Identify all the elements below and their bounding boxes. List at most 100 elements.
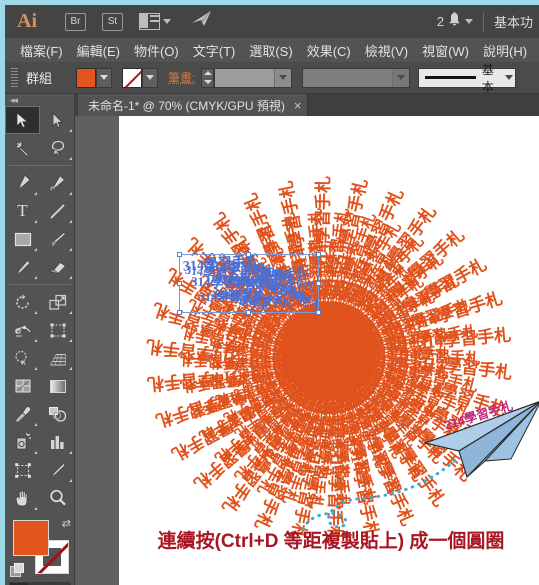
bbox-handle-ml[interactable] — [177, 281, 182, 286]
stroke-swatch-dropdown[interactable] — [142, 68, 158, 88]
brush-definition-combo[interactable]: 基本 — [418, 68, 516, 88]
stroke-profile-combo[interactable] — [302, 68, 410, 88]
default-fill-stroke-icon[interactable] — [10, 563, 23, 576]
stroke-weight-value[interactable] — [215, 69, 274, 87]
rectangle-tool[interactable] — [5, 225, 40, 253]
slice-tool[interactable] — [40, 456, 75, 484]
eraser-tool[interactable] — [40, 253, 75, 281]
direct-selection-tool[interactable] — [40, 106, 75, 134]
illustrator-window: Ai Br St 2 基本功 檔案(F) 編輯(E) 物件(O) 文字(T) 選… — [0, 0, 539, 585]
menu-bar: 檔案(F) 編輯(E) 物件(O) 文字(T) 選取(S) 效果(C) 檢視(V… — [5, 38, 539, 62]
swap-fill-stroke-icon[interactable]: ⇄ — [62, 517, 71, 530]
blend-tool[interactable] — [40, 400, 75, 428]
tool-group-indicator — [69, 451, 72, 454]
tool-group-indicator — [34, 311, 37, 314]
document-tab[interactable]: 未命名-1* @ 70% (CMYK/GPU 預視) × — [78, 94, 308, 116]
tool-group-indicator — [34, 367, 37, 370]
hand-tool[interactable] — [5, 484, 40, 512]
eyedropper-tool[interactable] — [5, 400, 40, 428]
fill-color-indicator[interactable] — [13, 520, 49, 556]
stroke-color-swatch[interactable] — [122, 68, 142, 88]
chevron-down-icon[interactable] — [505, 75, 513, 80]
width-tool[interactable] — [5, 316, 40, 344]
line-segment-tool[interactable] — [40, 197, 75, 225]
spiral-core-disc — [281, 303, 377, 399]
stroke-weight-label[interactable]: 筆畫: — [168, 69, 195, 86]
menu-select[interactable]: 選取(S) — [242, 39, 299, 62]
bridge-button[interactable]: Br — [65, 13, 86, 31]
notification-chevron-icon[interactable] — [465, 19, 473, 24]
menu-file[interactable]: 檔案(F) — [13, 39, 70, 62]
control-bar-grip[interactable] — [11, 68, 18, 88]
shape-builder-tool[interactable] — [5, 344, 40, 372]
tools-panel-collapse-handle[interactable]: ◂◂ — [5, 94, 74, 106]
tool-group-indicator — [34, 423, 37, 426]
tool-group-indicator — [34, 451, 37, 454]
pencil-tool[interactable] — [5, 253, 40, 281]
rocket-icon[interactable] — [191, 10, 213, 33]
tool-group-indicator — [69, 129, 72, 132]
mesh-tool[interactable] — [5, 372, 40, 400]
tool-group-indicator — [34, 507, 37, 510]
stroke-weight-combo[interactable] — [214, 68, 292, 88]
fill-swatch-dropdown[interactable] — [96, 68, 112, 88]
workspace-switcher[interactable]: 基本功 — [494, 12, 533, 31]
caption-text: 連續按(Ctrl+D 等距複製貼上) 成一個圓圈 — [133, 526, 529, 553]
menu-object[interactable]: 物件(O) — [127, 39, 186, 62]
tool-group-indicator — [69, 276, 72, 279]
scale-tool[interactable] — [40, 288, 75, 316]
tool-group-indicator — [69, 248, 72, 251]
column-graph-tool[interactable] — [40, 428, 75, 456]
add-anchor-point-tool[interactable] — [40, 169, 75, 197]
menu-edit[interactable]: 編輯(E) — [70, 39, 127, 62]
double-chevron-left-icon: ◂◂ — [10, 95, 17, 106]
bbox-handle-bl[interactable] — [177, 310, 182, 315]
stroke-profile-dropdown-button[interactable] — [392, 69, 409, 87]
tool-group-indicator — [34, 339, 37, 342]
menu-window[interactable]: 視窗(W) — [415, 39, 476, 62]
tools-panel: ◂◂ T ⇄ — [5, 94, 75, 585]
document-canvas[interactable]: 314學習手札 314學習手札 314學習手札 314學習手札 314學習手札 314學習… — [119, 116, 539, 585]
chevron-down-icon[interactable] — [163, 19, 171, 24]
rotate-tool[interactable] — [5, 288, 40, 316]
menu-view[interactable]: 檢視(V) — [358, 39, 415, 62]
close-icon[interactable]: × — [294, 99, 302, 112]
paintbrush-tool[interactable] — [40, 225, 75, 253]
free-transform-tool[interactable] — [40, 316, 75, 344]
selection-tool[interactable] — [5, 106, 40, 134]
bbox-handle-tr[interactable] — [316, 252, 321, 257]
selection-type-label: 群組 — [26, 68, 52, 87]
bbox-handle-tc[interactable] — [246, 252, 251, 257]
type-tool[interactable]: T — [5, 197, 40, 225]
tool-group-indicator — [69, 311, 72, 314]
illustrator-logo: Ai — [17, 10, 37, 33]
artboard-tool[interactable] — [5, 456, 40, 484]
menu-effect[interactable]: 效果(C) — [300, 39, 358, 62]
menu-type[interactable]: 文字(T) — [186, 39, 243, 62]
magic-wand-tool[interactable] — [5, 134, 40, 162]
arrange-documents-icon[interactable] — [139, 13, 160, 30]
selection-bounding-box[interactable] — [179, 254, 319, 313]
document-tab-title: 未命名-1* @ 70% (CMYK/GPU 預視) — [88, 97, 285, 114]
perspective-grid-tool[interactable] — [40, 344, 75, 372]
zoom-tool[interactable] — [40, 484, 75, 512]
brush-definition-label: 基本 — [482, 61, 502, 95]
stock-button[interactable]: St — [102, 13, 123, 31]
stroke-profile-value[interactable] — [303, 69, 392, 87]
type-tool-icon: T — [17, 201, 27, 221]
fill-color-swatch[interactable] — [76, 68, 96, 88]
symbol-sprayer-tool[interactable] — [5, 428, 40, 456]
stroke-weight-dropdown-button[interactable] — [274, 69, 291, 87]
pen-tool[interactable] — [5, 169, 40, 197]
bbox-handle-bc[interactable] — [246, 310, 251, 315]
gradient-tool[interactable] — [40, 372, 75, 400]
bbox-handle-mr[interactable] — [316, 281, 321, 286]
menu-help[interactable]: 說明(H) — [476, 39, 534, 62]
lasso-tool[interactable] — [40, 134, 75, 162]
bell-icon[interactable] — [448, 12, 461, 32]
bbox-handle-br[interactable] — [316, 310, 321, 315]
chevron-down-icon — [100, 75, 108, 80]
stroke-weight-stepper[interactable] — [201, 68, 214, 88]
tool-separator — [9, 284, 71, 285]
bbox-handle-tl[interactable] — [177, 252, 182, 257]
